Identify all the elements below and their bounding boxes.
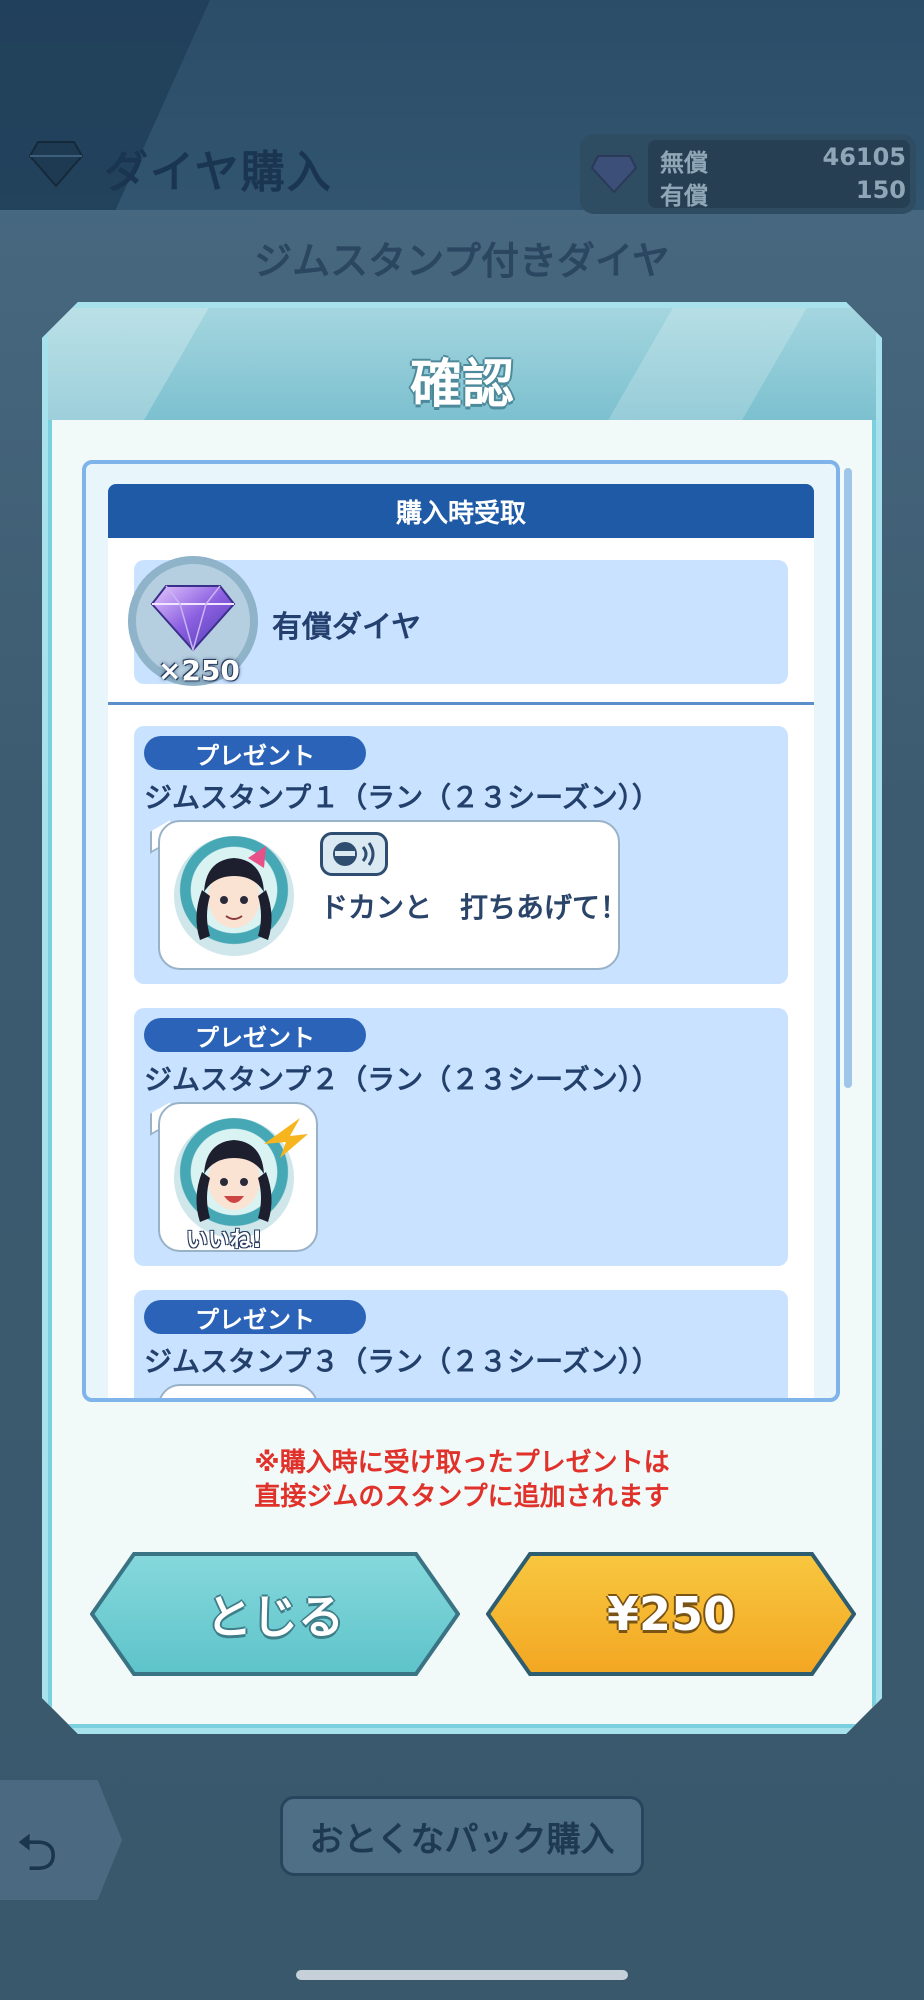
present-badge: プレゼント xyxy=(144,1300,366,1334)
back-arrow-icon: ⮌ xyxy=(16,1823,58,1883)
section-divider xyxy=(108,702,814,705)
stamp-speech-bubble: ドカンと 打ちあげて！ xyxy=(158,820,628,970)
present-badge: プレゼント xyxy=(144,736,366,770)
paid-diamond-label: 有償 xyxy=(660,182,708,210)
trainer-avatar xyxy=(174,836,294,956)
notice-line-1: ※購入時に受け取ったプレゼントは xyxy=(254,1448,670,1478)
present-item: プレゼント ジムスタンプ１（ラン（２３シーズン）） ドカンと 打ちあげて！ xyxy=(134,726,788,984)
free-diamond-label: 無償 xyxy=(660,149,708,177)
present-title: ジムスタンプ３（ラン（２３シーズン）） xyxy=(144,1345,660,1378)
trainer-chat-icon xyxy=(320,832,388,876)
scrollbar[interactable] xyxy=(844,468,852,1088)
notice-line-2: 直接ジムのスタンプに追加されます xyxy=(254,1482,670,1512)
dialog-title: 確認 xyxy=(409,355,514,415)
present-item: プレゼント ジムスタンプ２（ラン（２３シーズン）） いいね! xyxy=(134,1008,788,1266)
present-item: プレゼント ジムスタンプ３（ラン（２３シーズン）） xyxy=(134,1290,788,1398)
scroll-area[interactable]: 購入時受取 ×250 有償ダイヤ プレゼント ジムスタンプ１（ラン（２３シーズン… xyxy=(82,460,840,1402)
gem-icon xyxy=(590,155,638,194)
item-quantity: ×250 xyxy=(158,654,240,687)
stamp-message: ドカンと 打ちあげて！ xyxy=(320,891,629,924)
present-notice: ※購入時に受け取ったプレゼントは 直接ジムのスタンプに追加されます xyxy=(48,1446,876,1514)
stamp-speech-bubble: いいね! xyxy=(158,1102,318,1253)
present-title: ジムスタンプ１（ラン（２３シーズン）） xyxy=(144,781,660,814)
home-indicator xyxy=(296,1970,628,1980)
trainer-portrait-icon xyxy=(196,846,272,940)
receive-section-header: 購入時受取 xyxy=(108,484,814,538)
gem-icon xyxy=(150,585,236,652)
section-subtitle: ジムスタンプ付きダイヤ xyxy=(254,239,670,283)
buy-button[interactable]: ¥250 xyxy=(486,1552,856,1676)
free-diamond-value: 46105 xyxy=(822,143,907,171)
stamp-speech-bubble xyxy=(158,1384,318,1398)
sparkle-icon xyxy=(264,1118,308,1158)
receive-card: 購入時受取 ×250 有償ダイヤ プレゼント ジムスタンプ１（ラン（２３シーズン… xyxy=(108,484,814,1398)
item-name: 有償ダイヤ xyxy=(272,610,422,645)
free-diamond-row: 無償 46105 xyxy=(660,143,907,177)
stamp-caption: いいね! xyxy=(186,1228,263,1253)
paid-diamond-value: 150 xyxy=(855,176,906,204)
present-title: ジムスタンプ２（ラン（２３シーズン）） xyxy=(144,1063,660,1096)
diamond-icon xyxy=(28,141,84,188)
confirm-dialog: 確認 購入時受取 ×250 有償ダイヤ プレゼント ジムスタンプ１（ラン（２３シ… xyxy=(42,302,882,1734)
close-button[interactable]: とじる xyxy=(90,1552,460,1676)
present-badge: プレゼント xyxy=(144,1018,366,1052)
paid-diamond-row: 有償 150 xyxy=(660,176,906,210)
page-title: ダイヤ購入 xyxy=(104,147,333,198)
value-pack-button[interactable]: おとくなパック購入 xyxy=(280,1796,644,1876)
